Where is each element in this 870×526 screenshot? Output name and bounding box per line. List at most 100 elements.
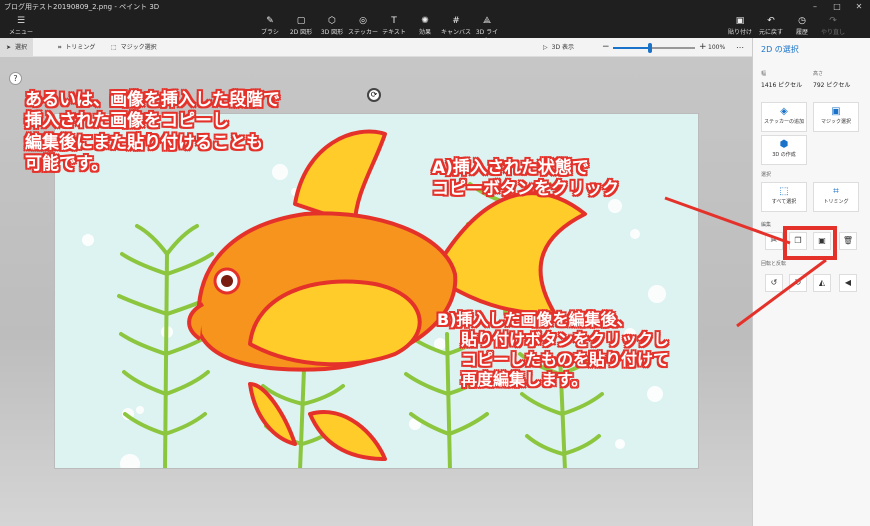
effects-icon: ✺ (421, 16, 429, 26)
annotation-line: コピーしたものを貼り付けて (461, 350, 670, 369)
view-3d-toggle[interactable]: ▷ 3D 表示 (537, 38, 580, 57)
select-all-button[interactable]: ⬚ すべて選択 (761, 182, 807, 212)
tool-text[interactable]: T テキスト (379, 16, 409, 36)
maximize-button[interactable]: □ (826, 0, 848, 14)
tool-label: ステッカー (348, 29, 379, 36)
scissors-icon: ✂ (770, 236, 778, 245)
canvas-icon: # (452, 16, 460, 26)
magic-select-tool[interactable]: ⬚ マジック選択 (105, 38, 163, 57)
zoom-slider-fill (613, 47, 650, 49)
select-all-label: すべて選択 (771, 199, 797, 205)
help-button[interactable]: ? (9, 72, 22, 85)
annotation-main: あるいは、画像を挿入した段階で 挿入された画像をコピーし 編集後にまた貼り付ける… (25, 90, 280, 175)
flip-horizontal-icon: ◭ (818, 278, 826, 287)
annotation-line: 編集後にまた貼り付けることも (25, 132, 263, 153)
add-sticker-button[interactable]: ◈ ステッカーの追加 (761, 102, 807, 132)
tool-label: 貼り付け (727, 29, 752, 36)
rotate-handle[interactable]: ⟳ (367, 88, 381, 102)
tool-label: キャンバス (441, 29, 472, 36)
tool-brushes[interactable]: ✎ ブラシ (255, 16, 285, 36)
more-icon[interactable]: ⋯ (736, 38, 744, 57)
close-button[interactable]: ✕ (848, 0, 870, 14)
3d-shapes-icon: ⬡ (328, 16, 336, 26)
magic-select-icon: ▣ (831, 106, 841, 117)
annotation-line: コピーボタンをクリック (432, 179, 619, 200)
rotate-right-icon: ↻ (794, 278, 802, 287)
width-label: 幅 (761, 71, 767, 77)
properties-panel: 2D の選択 幅 1416 ピクセル 高さ 792 ピクセル ◈ ステッカーの追加… (752, 38, 870, 526)
history-icon: ◷ (798, 16, 806, 26)
main-toolbar: ☰ メニュー ✎ ブラシ ▢ 2D 図形 ⬡ 3D 図形 ◎ ステッカー T テキスト ✺… (0, 14, 870, 45)
zoom-slider[interactable] (613, 43, 695, 53)
panel-title: 2D の選択 (761, 45, 799, 54)
tool-label: 効果 (418, 29, 431, 36)
view-3d-icon: ▷ (543, 44, 548, 51)
menu-button[interactable]: ☰ メニュー (6, 16, 36, 36)
cut-button[interactable]: ✂ (765, 232, 783, 250)
edit-section-label: 編集 (761, 222, 772, 228)
delete-button[interactable]: 🗑 (839, 232, 857, 250)
flip-horizontal-button[interactable]: ◭ (813, 274, 831, 292)
title-bar: ブログ用テスト20190809_2.png - ペイント 3D – □ ✕ (0, 0, 870, 14)
tool-effects[interactable]: ✺ 効果 (410, 16, 440, 36)
make-3d-label: 3D の作成 (772, 152, 796, 158)
annotation-line: 可能です。 (25, 153, 109, 174)
annotation-line: A)挿入された状態で (432, 158, 589, 178)
magic-select-label: マジック選択 (820, 119, 851, 125)
tool-label: テキスト (382, 29, 406, 36)
flip-vertical-icon: ◀ (844, 278, 852, 287)
zoom-in-icon[interactable]: + (699, 38, 707, 57)
magic-select-label: マジック選択 (120, 44, 157, 51)
crop-tool[interactable]: ⌗ トリミング (52, 38, 101, 57)
flip-vertical-button[interactable]: ◀ (839, 274, 857, 292)
rotate-section-label: 回転と反転 (761, 261, 787, 267)
crop-icon: ⌗ (58, 44, 62, 51)
crop-label: トリミング (823, 199, 849, 205)
annotation-line: 挿入された画像をコピーし (25, 111, 229, 132)
zoom-out-icon[interactable]: − (602, 38, 610, 57)
paste-icon: ▣ (735, 16, 745, 26)
brush-icon: ✎ (266, 16, 274, 26)
window-controls: – □ ✕ (804, 0, 870, 14)
3d-library-icon: ⟁ (482, 16, 492, 26)
crop-button[interactable]: ⌗ トリミング (813, 182, 859, 212)
rotate-left-icon: ↺ (770, 278, 778, 287)
paste-toolbar-button[interactable]: ▣ 貼り付け (725, 16, 755, 36)
cube-icon: ⬢ (779, 139, 789, 150)
history-button[interactable]: ◷ 履歴 (787, 16, 817, 36)
undo-button[interactable]: ↶ 元に戻す (756, 16, 786, 36)
trash-icon: 🗑 (842, 236, 854, 245)
undo-icon: ↶ (767, 16, 775, 26)
zoom-slider-thumb[interactable] (647, 43, 652, 53)
rotate-left-button[interactable]: ↺ (765, 274, 783, 292)
height-label: 高さ (813, 71, 824, 77)
add-sticker-label: ステッカーの追加 (763, 119, 804, 125)
annotation-b: B)挿入した画像を編集後、 貼り付けボタンをクリックし コピーしたものを貼り付け… (437, 310, 669, 390)
tool-2d-shapes[interactable]: ▢ 2D 図形 (286, 16, 316, 36)
redo-button[interactable]: ↷ やり直し (818, 16, 848, 36)
tool-canvas[interactable]: # キャンバス (441, 16, 471, 36)
tool-3d-shapes[interactable]: ⬡ 3D 図形 (317, 16, 347, 36)
menu-label: メニュー (8, 29, 33, 36)
zoom-level: 100% (708, 44, 726, 51)
select-tool[interactable]: ➤ 選択 (0, 38, 34, 57)
sticker-icon: ◎ (359, 16, 367, 26)
text-icon: T (391, 16, 397, 26)
make-3d-button[interactable]: ⬢ 3D の作成 (761, 135, 807, 165)
minimize-button[interactable]: – (804, 0, 826, 14)
magic-select-icon: ⬚ (111, 44, 117, 51)
annotation-a: A)挿入された状態で コピーボタンをクリック (432, 158, 619, 201)
view-3d-label: 3D 表示 (551, 44, 574, 51)
magic-select-button[interactable]: ▣ マジック選択 (813, 102, 859, 132)
annotation-line: 貼り付けボタンをクリックし (461, 330, 670, 349)
cursor-icon: ➤ (6, 44, 12, 51)
paint3d-window: ブログ用テスト20190809_2.png - ペイント 3D – □ ✕ ☰ … (0, 0, 870, 526)
tool-stickers[interactable]: ◎ ステッカー (348, 16, 378, 36)
height-value[interactable]: 792 ピクセル (813, 80, 850, 89)
tool-label: ブラシ (261, 29, 279, 36)
rotate-right-button[interactable]: ↻ (789, 274, 807, 292)
select-label: 選択 (15, 44, 28, 51)
tool-label: 履歴 (795, 29, 808, 36)
window-title: ブログ用テスト20190809_2.png - ペイント 3D (4, 3, 160, 11)
width-value[interactable]: 1416 ピクセル (761, 80, 802, 89)
